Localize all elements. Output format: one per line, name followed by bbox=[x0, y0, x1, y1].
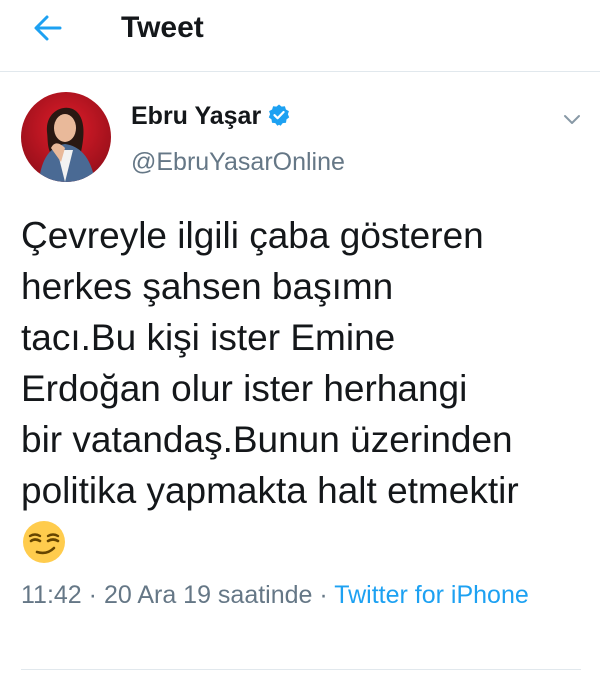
app-header: Tweet bbox=[0, 0, 600, 72]
tweet-text-line: politika yapmakta halt etmektir bbox=[21, 470, 519, 511]
tweet-text: Çevreyle ilgili çaba gösteren herkes şah… bbox=[21, 210, 586, 516]
arrow-left-icon bbox=[34, 15, 62, 41]
page-title: Tweet bbox=[121, 11, 204, 44]
back-button[interactable] bbox=[30, 10, 66, 46]
meta-separator: · bbox=[319, 581, 328, 609]
tweet-options-button[interactable] bbox=[559, 106, 585, 132]
tweet-date: 20 Ara 19 saatinde bbox=[103, 581, 313, 609]
author-handle[interactable]: @EbruYasarOnline bbox=[131, 146, 345, 178]
author-name[interactable]: Ebru Yaşar bbox=[131, 102, 261, 130]
tweet-time: 11:42 bbox=[21, 581, 82, 609]
tweet-text-line: Çevreyle ilgili çaba gösteren bbox=[21, 215, 484, 256]
tweet-source-link[interactable]: Twitter for iPhone bbox=[334, 581, 529, 609]
meta-separator: · bbox=[88, 581, 97, 609]
verified-badge-icon bbox=[268, 104, 290, 126]
avatar-image bbox=[21, 92, 111, 182]
author-name-row[interactable]: Ebru Yaşar bbox=[131, 100, 291, 132]
smirking-face-emoji bbox=[23, 521, 65, 563]
tweet-text-line: herkes şahsen başımn bbox=[21, 266, 394, 307]
tweet-metadata: 11:42 · 20 Ara 19 saatinde · Twitter for… bbox=[21, 577, 581, 614]
tweet-text-line: tacı.Bu kişi ister Emine bbox=[21, 317, 396, 358]
divider bbox=[21, 669, 581, 670]
tweet-text-line: bir vatandaş.Bunun üzerinden bbox=[21, 419, 513, 460]
tweet-text-line: Erdoğan olur ister herhangi bbox=[21, 368, 468, 409]
chevron-down-icon bbox=[564, 115, 580, 124]
author-avatar[interactable] bbox=[21, 92, 111, 182]
